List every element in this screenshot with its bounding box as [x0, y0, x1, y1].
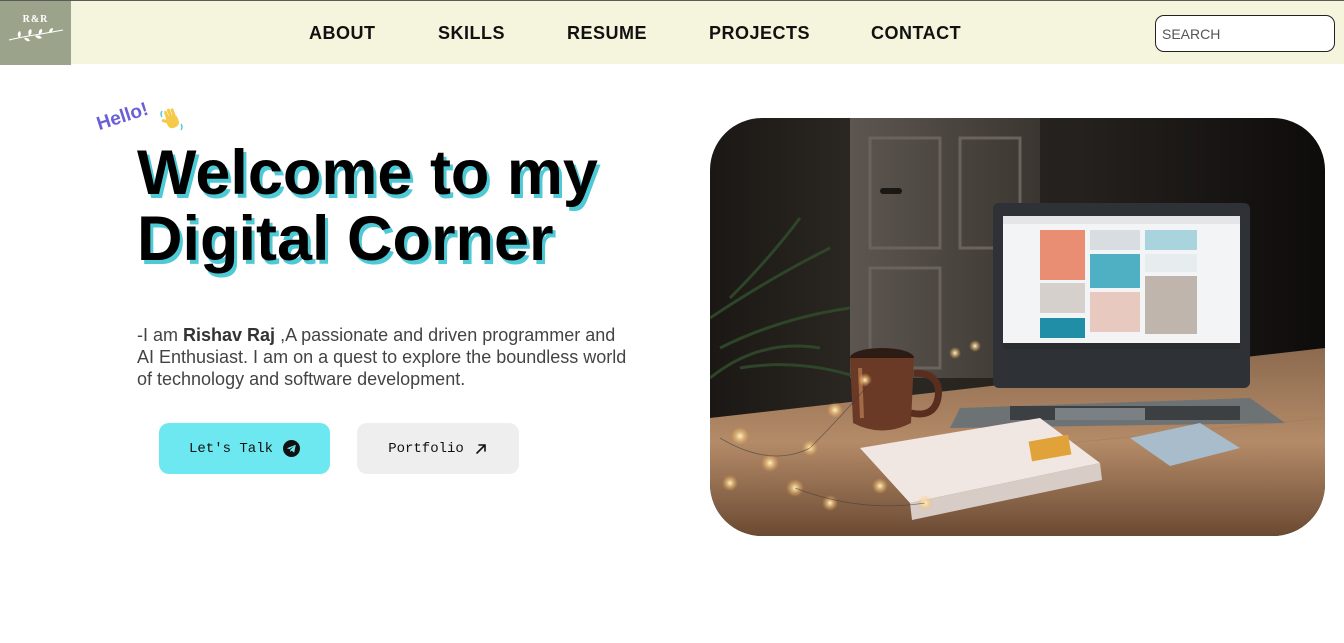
- intro-name: Rishav Raj: [183, 325, 276, 345]
- intro-prefix: -I am: [137, 325, 184, 345]
- top-navbar: R&R ABOUT SKILLS RESUME PROJECTS CONTACT: [0, 0, 1344, 65]
- laptop-desk-illustration: [710, 118, 1325, 536]
- hello-tag: Hello!: [94, 98, 151, 136]
- portfolio-button[interactable]: Portfolio: [357, 423, 519, 474]
- waving-hand-icon: [160, 108, 183, 131]
- hero-headline: Welcome to my Digital Corner: [137, 140, 598, 272]
- portfolio-label: Portfolio: [388, 440, 464, 457]
- headline-line-1: Welcome to my: [137, 138, 598, 208]
- nav-item-about[interactable]: ABOUT: [309, 23, 376, 44]
- site-logo[interactable]: R&R: [0, 1, 71, 65]
- telegram-icon: [283, 440, 300, 457]
- nav-item-skills[interactable]: SKILLS: [438, 23, 505, 44]
- nav-item-contact[interactable]: CONTACT: [871, 23, 961, 44]
- arrow-up-right-icon: [476, 443, 486, 454]
- hero-image: [710, 118, 1325, 536]
- nav-item-projects[interactable]: PROJECTS: [709, 23, 810, 44]
- intro-paragraph: -I am Rishav Raj ,A passionate and drive…: [137, 324, 632, 390]
- headline-line-2: Digital Corner: [137, 204, 554, 274]
- nav-item-resume[interactable]: RESUME: [567, 23, 647, 44]
- lets-talk-button[interactable]: Let's Talk: [159, 423, 330, 474]
- leaf-branch-icon: [8, 28, 63, 42]
- logo-text: R&R: [22, 14, 49, 25]
- search-input[interactable]: [1155, 15, 1335, 52]
- lets-talk-label: Let's Talk: [188, 440, 273, 457]
